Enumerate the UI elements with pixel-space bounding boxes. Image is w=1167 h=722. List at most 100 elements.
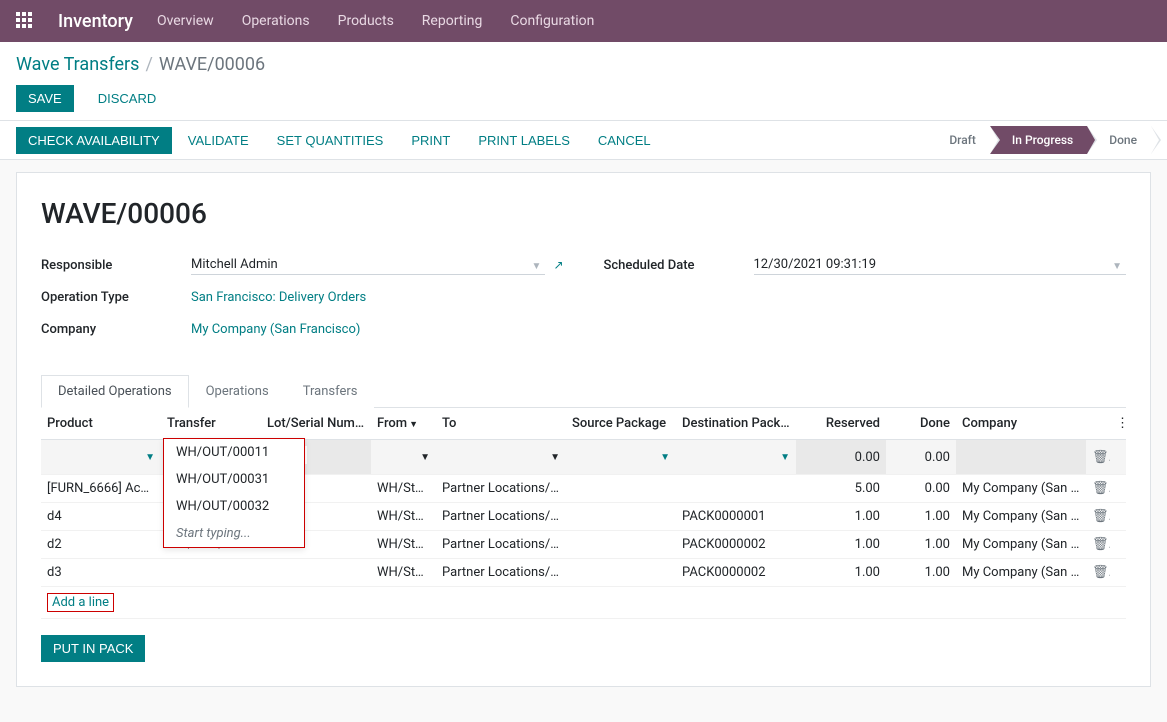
cell-destination-package[interactable]	[676, 475, 796, 503]
set-quantities-button[interactable]: Set Quantities	[265, 127, 396, 154]
transfer-dropdown[interactable]: WH/OUT/00011 WH/OUT/00031 WH/OUT/00032 S…	[163, 438, 305, 548]
cell-destination-package[interactable]: PACK0000002	[676, 531, 796, 559]
cell-destination-package[interactable]: PACK0000001	[676, 503, 796, 531]
nav-overview[interactable]: Overview	[157, 13, 214, 29]
value-scheduled-date: 12/30/2021 09:31:19	[754, 257, 877, 272]
discard-button[interactable]: Discard	[86, 85, 169, 112]
tab-detailed-operations[interactable]: Detailed Operations	[41, 375, 189, 408]
cell-source-package[interactable]	[566, 503, 676, 531]
nav-configuration[interactable]: Configuration	[510, 13, 594, 29]
cell-product[interactable]: ▼	[41, 440, 161, 475]
apps-icon[interactable]	[16, 12, 34, 30]
th-source-package[interactable]: Source Package	[566, 408, 676, 440]
cell-reserved[interactable]: 1.00	[796, 503, 886, 531]
print-labels-button[interactable]: Print Labels	[466, 127, 582, 154]
breadcrumb: Wave Transfers / WAVE/00006	[16, 54, 1151, 75]
cell-product[interactable]: d2	[41, 531, 161, 559]
delete-row-icon[interactable]: 🗑	[1086, 531, 1110, 559]
cell-done[interactable]: 0.00	[886, 475, 956, 503]
cell-product[interactable]: d3	[41, 559, 161, 587]
cell-to[interactable]: ▼	[436, 440, 566, 475]
chevron-down-icon[interactable]: ▼	[420, 452, 430, 463]
external-link-icon[interactable]: ↗	[553, 258, 563, 272]
cell-source-package[interactable]: ▼	[566, 440, 676, 475]
cell-source-package[interactable]	[566, 531, 676, 559]
save-button[interactable]: Save	[16, 85, 74, 112]
dropdown-search[interactable]: Start typing...	[164, 520, 304, 547]
cell-destination-package[interactable]: ▼	[676, 440, 796, 475]
th-to[interactable]: To	[436, 408, 566, 440]
breadcrumb-root[interactable]: Wave Transfers	[16, 54, 139, 75]
dropdown-option[interactable]: WH/OUT/00032	[164, 493, 304, 520]
delete-row-icon[interactable]: 🗑	[1086, 440, 1110, 475]
dropdown-option[interactable]: WH/OUT/00011	[164, 439, 304, 466]
cell-lot[interactable]	[261, 559, 371, 587]
cell-to[interactable]: Partner Locations/…	[436, 503, 566, 531]
check-availability-button[interactable]: Check Availability	[16, 127, 172, 154]
cell-company[interactable]: My Company (San …	[956, 531, 1086, 559]
cell-done[interactable]: 1.00	[886, 503, 956, 531]
tab-operations[interactable]: Operations	[189, 375, 286, 408]
link-company[interactable]: My Company (San Francisco)	[191, 322, 360, 337]
th-product[interactable]: Product	[41, 408, 161, 440]
nav-products[interactable]: Products	[338, 13, 394, 29]
th-reserved[interactable]: Reserved	[796, 408, 886, 440]
cell-reserved[interactable]: 0.00	[796, 440, 886, 475]
nav-reporting[interactable]: Reporting	[422, 13, 483, 29]
cell-transfer[interactable]	[161, 559, 261, 587]
cell-done[interactable]: 0.00	[886, 440, 956, 475]
delete-row-icon[interactable]: 🗑	[1086, 503, 1110, 531]
cell-destination-package[interactable]: PACK0000002	[676, 559, 796, 587]
delete-row-icon[interactable]: 🗑	[1086, 559, 1110, 587]
column-options-icon[interactable]: ⋮	[1110, 408, 1126, 440]
th-transfer[interactable]: Transfer	[161, 408, 261, 440]
status-draft[interactable]: Draft	[927, 126, 990, 154]
put-in-pack-button[interactable]: Put In Pack	[41, 635, 145, 662]
cell-source-package[interactable]	[566, 475, 676, 503]
add-line-button[interactable]: Add a line	[47, 593, 114, 612]
cancel-button[interactable]: Cancel	[586, 127, 663, 154]
cell-company[interactable]: My Company (San …	[956, 503, 1086, 531]
value-responsible: Mitchell Admin	[191, 257, 278, 272]
cell-reserved[interactable]: 5.00	[796, 475, 886, 503]
tab-transfers[interactable]: Transfers	[286, 375, 375, 408]
th-from[interactable]: From▼	[371, 408, 436, 440]
cell-from[interactable]: WH/Stock	[371, 475, 436, 503]
delete-row-icon[interactable]: 🗑	[1086, 475, 1110, 503]
cell-reserved[interactable]: 1.00	[796, 559, 886, 587]
cell-done[interactable]: 1.00	[886, 531, 956, 559]
chevron-down-icon[interactable]: ▼	[660, 452, 670, 463]
cell-to[interactable]: Partner Locations/…	[436, 531, 566, 559]
cell-to[interactable]: Partner Locations/…	[436, 559, 566, 587]
cell-product[interactable]: [FURN_6666] Ac…	[41, 475, 161, 503]
chevron-down-icon[interactable]: ▼	[780, 452, 790, 463]
cell-from[interactable]: WH/Stock	[371, 559, 436, 587]
cell-from[interactable]: WH/Stock	[371, 531, 436, 559]
field-responsible[interactable]: Mitchell Admin ▼	[191, 255, 545, 275]
th-done[interactable]: Done	[886, 408, 956, 440]
link-operation-type[interactable]: San Francisco: Delivery Orders	[191, 290, 366, 305]
print-button[interactable]: Print	[399, 127, 462, 154]
cell-company[interactable]: My Company (San …	[956, 559, 1086, 587]
cell-reserved[interactable]: 1.00	[796, 531, 886, 559]
cell-done[interactable]: 1.00	[886, 559, 956, 587]
th-from-label: From	[377, 416, 407, 431]
cell-source-package[interactable]	[566, 559, 676, 587]
table-row[interactable]: d3 WH/Stock Partner Locations/… PACK0000…	[41, 559, 1126, 587]
th-destination-package[interactable]: Destination Pack…	[676, 408, 796, 440]
cell-product[interactable]: d4	[41, 503, 161, 531]
cell-company[interactable]: My Company (San …	[956, 475, 1086, 503]
cell-from[interactable]: WH/Stock	[371, 503, 436, 531]
chevron-down-icon[interactable]: ▼	[550, 452, 560, 463]
nav-operations[interactable]: Operations	[242, 13, 310, 29]
status-in-progress[interactable]: In Progress	[990, 126, 1087, 154]
field-scheduled-date[interactable]: 12/30/2021 09:31:19 ▼	[754, 255, 1127, 275]
cell-company[interactable]	[956, 440, 1086, 475]
th-company[interactable]: Company	[956, 408, 1086, 440]
cell-to[interactable]: Partner Locations/…	[436, 475, 566, 503]
th-lot[interactable]: Lot/Serial Numb…	[261, 408, 371, 440]
cell-from[interactable]: ▼	[371, 440, 436, 475]
dropdown-option[interactable]: WH/OUT/00031	[164, 466, 304, 493]
validate-button[interactable]: Validate	[176, 127, 261, 154]
chevron-down-icon[interactable]: ▼	[145, 452, 155, 463]
